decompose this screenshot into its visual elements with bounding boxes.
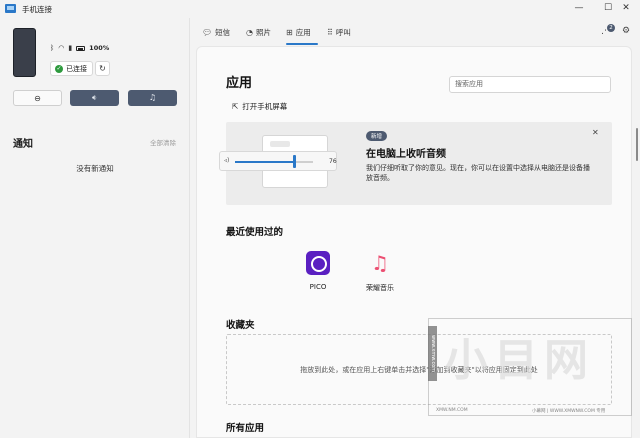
banner-description: 我们仔细听取了你的意见。现在，你可以在设置中选择从电脑还是设备播放音频。 — [366, 164, 590, 182]
media-button[interactable]: ♫ — [128, 90, 177, 106]
speaker-icon: 🔉︎ — [91, 93, 98, 102]
connection-status-label: 已连接 — [66, 64, 87, 73]
notifications-heading: 通知 — [13, 139, 33, 150]
connection-status-button[interactable]: ✓ 已连接 — [50, 61, 93, 76]
active-tab-indicator — [286, 43, 318, 45]
favorites-dropzone[interactable]: 拖放到此处，或在应用上右键单击并选择"添加到收藏夹"以将应用固定到此处 — [226, 334, 612, 405]
settings-gear-icon[interactable]: ⚙ — [622, 26, 630, 36]
tab-messages[interactable]: 💬︎ 短信 — [202, 27, 230, 38]
volume-button[interactable]: 🔉︎ — [70, 90, 119, 106]
app-tile-honor-music[interactable]: ♫ 荣耀音乐 — [352, 251, 408, 293]
volume-icon: ◃) — [224, 157, 230, 164]
tab-label: 应用 — [295, 28, 311, 37]
recent-apps-heading: 最近使用过的 — [226, 227, 284, 238]
notification-count-badge: 2 — [607, 24, 615, 32]
sync-button[interactable]: ↻ — [95, 61, 110, 76]
no-notifications-text: 没有新通知 — [76, 164, 114, 173]
battery-icon — [76, 45, 86, 51]
app-name: PICO — [309, 283, 327, 291]
close-button[interactable]: ✕ — [614, 1, 638, 15]
window-title: 手机连接 — [22, 5, 52, 14]
music-app-icon: ♫ — [371, 251, 389, 275]
illustration-bar — [270, 141, 290, 147]
minus-circle-icon: ⊖ — [34, 94, 41, 103]
open-phone-screen-link[interactable]: ⇱ 打开手机屏幕 — [232, 101, 287, 112]
battery-level: 100% — [89, 44, 110, 52]
slider-fill — [235, 161, 295, 163]
phone-status: ᛒ ◠ ▮ 100% — [50, 44, 109, 52]
slider-thumb — [293, 155, 297, 168]
phone-panel: ᛒ ◠ ▮ 100% ✓ 已连接 ↻ ⊖ 🔉︎ ♫ 通知 全部清除 没有新通知 — [0, 18, 190, 438]
phone-link-app-icon — [5, 4, 16, 13]
tab-photos[interactable]: ◔ 照片 — [246, 27, 271, 38]
tab-label: 短信 — [215, 28, 231, 37]
page-title: 应用 — [226, 76, 253, 91]
pico-app-icon — [306, 251, 330, 275]
favorites-heading: 收藏夹 — [226, 320, 255, 331]
tab-apps[interactable]: ⊞ 应用 — [286, 27, 311, 38]
open-phone-screen-label: 打开手机屏幕 — [242, 102, 288, 111]
new-badge: 新增 — [366, 131, 388, 141]
tab-label: 照片 — [255, 28, 271, 37]
all-apps-heading: 所有应用 — [226, 423, 265, 434]
open-screen-icon: ⇱ — [232, 102, 239, 111]
search-input[interactable]: 搜索应用 — [449, 76, 611, 93]
scrollbar[interactable] — [636, 128, 638, 161]
music-note-icon: ♫ — [148, 93, 157, 102]
banner-title: 在电脑上收听音频 — [366, 149, 446, 160]
tab-calls[interactable]: ⠿ 呼叫 — [327, 27, 351, 38]
message-icon: 💬︎ — [202, 28, 213, 37]
phone-image — [13, 28, 36, 77]
clear-all-button[interactable]: 全部清除 — [150, 137, 176, 147]
app-name: 荣耀音乐 — [366, 284, 394, 292]
apps-icon: ⊞ — [286, 28, 293, 37]
tab-label: 呼叫 — [335, 28, 351, 37]
slider-value: 76 — [329, 158, 337, 165]
apps-page: 应用 搜索应用 ⇱ 打开手机屏幕 ✕ 新增 在电脑上收听音频 我们仔细听取了你的… — [196, 46, 632, 438]
do-not-disturb-button[interactable]: ⊖ — [13, 90, 62, 106]
signal-icon: ▮ — [68, 44, 73, 52]
banner-close-icon[interactable]: ✕ — [592, 128, 599, 137]
volume-slider-illustration: ◃) 76 — [219, 151, 337, 171]
title-bar: 手机连接 — ☐ ✕ — [0, 0, 640, 18]
dialpad-icon: ⠿ — [327, 28, 333, 37]
app-tile-pico[interactable]: PICO — [290, 251, 346, 291]
refresh-icon: ↻ — [99, 64, 106, 73]
wifi-icon: ◠ — [58, 44, 65, 52]
bluetooth-icon: ᛒ — [50, 44, 55, 52]
check-icon: ✓ — [55, 64, 63, 73]
top-nav: 💬︎ 短信 ◔ 照片 ⊞ 应用 ⠿ 呼叫 ⋰ 2 ⚙ — [190, 18, 640, 46]
photo-icon: ◔ — [246, 28, 253, 37]
minimize-button[interactable]: — — [567, 1, 591, 15]
